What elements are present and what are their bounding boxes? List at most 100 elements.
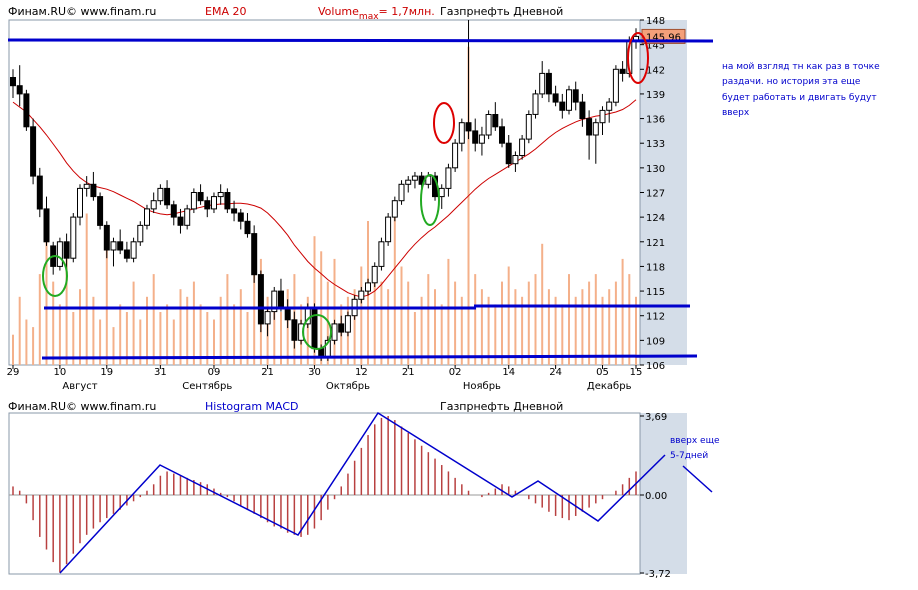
volume-bar xyxy=(79,289,81,365)
candle-body xyxy=(512,155,519,165)
x-tick-label: 24 xyxy=(549,367,562,378)
y-tick-label: 112 xyxy=(646,312,665,323)
candle-body xyxy=(478,134,485,144)
candle-body xyxy=(137,224,144,243)
x-month-label: Сентябрь xyxy=(182,381,232,392)
candle-body xyxy=(566,89,572,111)
candle-body xyxy=(204,200,211,210)
candle-body xyxy=(123,249,130,259)
candle-body xyxy=(30,126,37,177)
y-tick-label: 109 xyxy=(646,336,665,347)
volume-bar xyxy=(166,304,169,365)
volume-bar xyxy=(427,274,430,365)
candle-body xyxy=(592,122,599,136)
candle-body xyxy=(358,290,365,300)
candle-body xyxy=(10,77,16,87)
candle-body xyxy=(331,323,338,341)
volume-bar xyxy=(588,281,591,365)
top-title-label: Газпрнефть Дневной xyxy=(440,5,563,18)
volume-bar xyxy=(621,258,624,365)
candle-body xyxy=(612,68,619,103)
volume-bar xyxy=(25,319,28,365)
candle-body xyxy=(371,265,378,284)
volume-bar xyxy=(192,281,195,365)
volume-bar xyxy=(373,274,376,365)
volume-bar xyxy=(387,289,390,365)
candle-body xyxy=(499,126,505,144)
x-tick-label: 09 xyxy=(208,367,221,378)
candle-body xyxy=(465,122,472,132)
candle-body xyxy=(391,200,398,218)
x-tick-label: 05 xyxy=(596,367,609,378)
y-tick-label: 118 xyxy=(646,262,665,273)
volume-bar xyxy=(454,281,457,365)
volume-bar xyxy=(474,274,477,365)
candle-body xyxy=(311,307,318,350)
top-indicator-label: EMA 20 xyxy=(205,5,246,18)
volume-bar xyxy=(233,304,236,365)
y-tick-label: 136 xyxy=(646,115,665,126)
x-tick-label: 15 xyxy=(630,367,643,378)
volume-bar xyxy=(541,243,544,365)
candle-body xyxy=(525,114,532,140)
volume-bar xyxy=(447,258,450,365)
candle-body xyxy=(150,200,157,210)
volume-bar xyxy=(534,274,537,365)
x-month-label: Октябрь xyxy=(326,381,370,392)
volume-bar xyxy=(45,228,48,365)
x-tick-label: 21 xyxy=(402,367,415,378)
candle-body xyxy=(338,323,345,333)
x-month-label: Ноябрь xyxy=(463,381,501,392)
volume-bar xyxy=(112,327,115,365)
candle-body xyxy=(211,196,217,210)
candle-body xyxy=(278,290,284,309)
volume-bar xyxy=(568,274,570,365)
bottom-support-line xyxy=(41,354,698,360)
volume-bar xyxy=(18,296,21,365)
volume-bar xyxy=(393,213,396,365)
volume-bar xyxy=(507,266,510,365)
x-tick-label: 19 xyxy=(100,367,113,378)
candle-body xyxy=(539,72,546,95)
candle-body xyxy=(190,192,197,210)
candle-body xyxy=(545,72,552,95)
main-note-line-1: на мой взгляд тн как раз в точке xyxy=(722,62,880,72)
macd-tick-label: -3,72 xyxy=(645,569,671,580)
volume-bar xyxy=(581,289,584,365)
candle-body xyxy=(405,179,412,185)
volume-bar xyxy=(527,281,530,365)
volume-bar xyxy=(58,304,61,365)
resistance-line xyxy=(7,38,714,43)
volume-bar xyxy=(199,304,202,365)
candle-body xyxy=(177,216,184,226)
candle-body xyxy=(164,187,171,206)
x-tick-label: 21 xyxy=(261,367,274,378)
volume-bar xyxy=(407,281,410,365)
top-source-label: Финам.RU© www.finam.ru xyxy=(8,5,156,18)
y-tick-label: 127 xyxy=(646,189,665,200)
candle-body xyxy=(606,101,613,111)
candle-body xyxy=(378,241,385,267)
volume-bar xyxy=(594,274,597,365)
volume-bar xyxy=(152,274,155,365)
candle-body xyxy=(217,192,224,198)
volume-bar xyxy=(380,281,383,365)
volume-bar xyxy=(85,213,88,365)
volume-bar xyxy=(52,281,55,365)
candle-body xyxy=(532,93,539,115)
volume-bar xyxy=(12,334,14,365)
candle-body xyxy=(23,93,30,128)
candle-body xyxy=(43,208,50,243)
volume-label-prefix: Volume xyxy=(318,5,359,18)
volume-bar xyxy=(239,289,242,365)
candle-body xyxy=(505,142,512,165)
y-tick-label: 133 xyxy=(646,139,665,150)
volume-bar xyxy=(333,258,336,365)
macd-tick-label: 3,69 xyxy=(645,412,667,423)
volume-bar xyxy=(514,289,517,365)
candle-body xyxy=(445,167,452,189)
candle-body xyxy=(579,101,586,119)
volume-bar xyxy=(32,327,35,365)
candle-body xyxy=(184,208,191,226)
candle-body xyxy=(70,216,77,259)
